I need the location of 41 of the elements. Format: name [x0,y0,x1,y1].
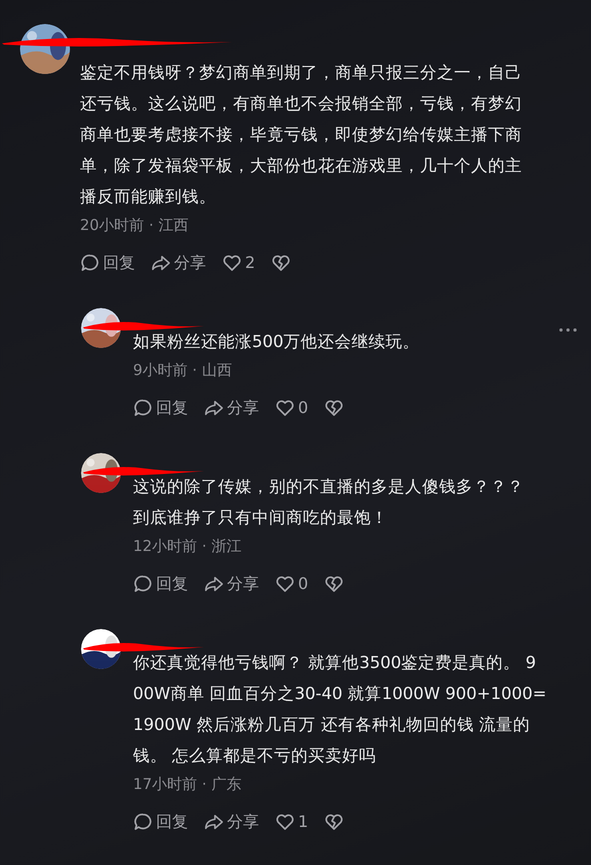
more-options-icon[interactable] [559,328,577,332]
like-button[interactable]: 0 [275,573,308,595]
like-button[interactable]: 2 [222,252,256,274]
share-arrow-icon [204,812,224,832]
comment-meta: 17小时前 · 广东 [133,774,242,795]
share-arrow-icon [204,398,224,418]
heart-icon [275,574,295,594]
broken-heart-icon [324,398,344,418]
heart-icon [275,812,295,832]
reply-button[interactable]: 回复 [133,811,188,833]
broken-heart-icon [324,574,344,594]
dislike-button[interactable] [324,574,344,594]
like-button[interactable]: 1 [275,811,308,833]
dislike-button[interactable] [324,398,344,418]
reply-button[interactable]: 回复 [133,573,188,595]
comment-meta: 20小时前 · 江西 [80,215,188,236]
comment-text: 你还真觉得他亏钱啊？ 就算他3500鉴定费是真的。 9 00W商单 回血百分之30-40 就算1000W 900+1000= 1900W 然后涨粉几百万 还有各种礼物回的钱 流量的 钱。 怎么算都是不亏的买卖好吗 [133,652,546,767]
comment-meta: 12小时前 · 浙江 [133,536,242,557]
share-button[interactable]: 分享 [204,573,259,595]
like-button[interactable]: 0 [275,397,308,419]
comment-text: 这说的除了传媒，别的不直播的多是人傻钱多？？？ 到底谁挣了只有中间商吃的最饱！ [133,476,524,529]
share-arrow-icon [204,574,224,594]
reply-button[interactable]: 回复 [80,252,135,274]
speech-bubble-icon [80,253,100,273]
share-arrow-icon [151,253,171,273]
share-button[interactable]: 分享 [204,397,259,419]
share-button[interactable]: 分享 [151,252,206,274]
comment-meta: 9小时前 · 山西 [133,360,232,381]
comment-text: 鉴定不用钱呀？梦幻商单到期了，商单只报三分之一，自己 还亏钱。这么说吧，有商单也不会报销全部，亏钱，有梦幻 商单也要考虑接不接，毕竟亏钱，即使梦幻给传媒主播下商 单，除了发福袋平板，大部份也花在游戏里，几十个人的主 播反而能赚到钱。 [80,62,522,208]
heart-icon [222,253,242,273]
share-button[interactable]: 分享 [204,811,259,833]
reply-button[interactable]: 回复 [133,397,188,419]
speech-bubble-icon [133,812,153,832]
broken-heart-icon [271,253,292,273]
comment-text: 如果粉丝还能涨500万他还会继续玩。 [133,331,420,353]
dislike-button[interactable] [324,812,344,832]
speech-bubble-icon [133,398,153,418]
dislike-button[interactable] [271,253,292,273]
heart-icon [275,398,295,418]
broken-heart-icon [324,812,344,832]
speech-bubble-icon [133,574,153,594]
